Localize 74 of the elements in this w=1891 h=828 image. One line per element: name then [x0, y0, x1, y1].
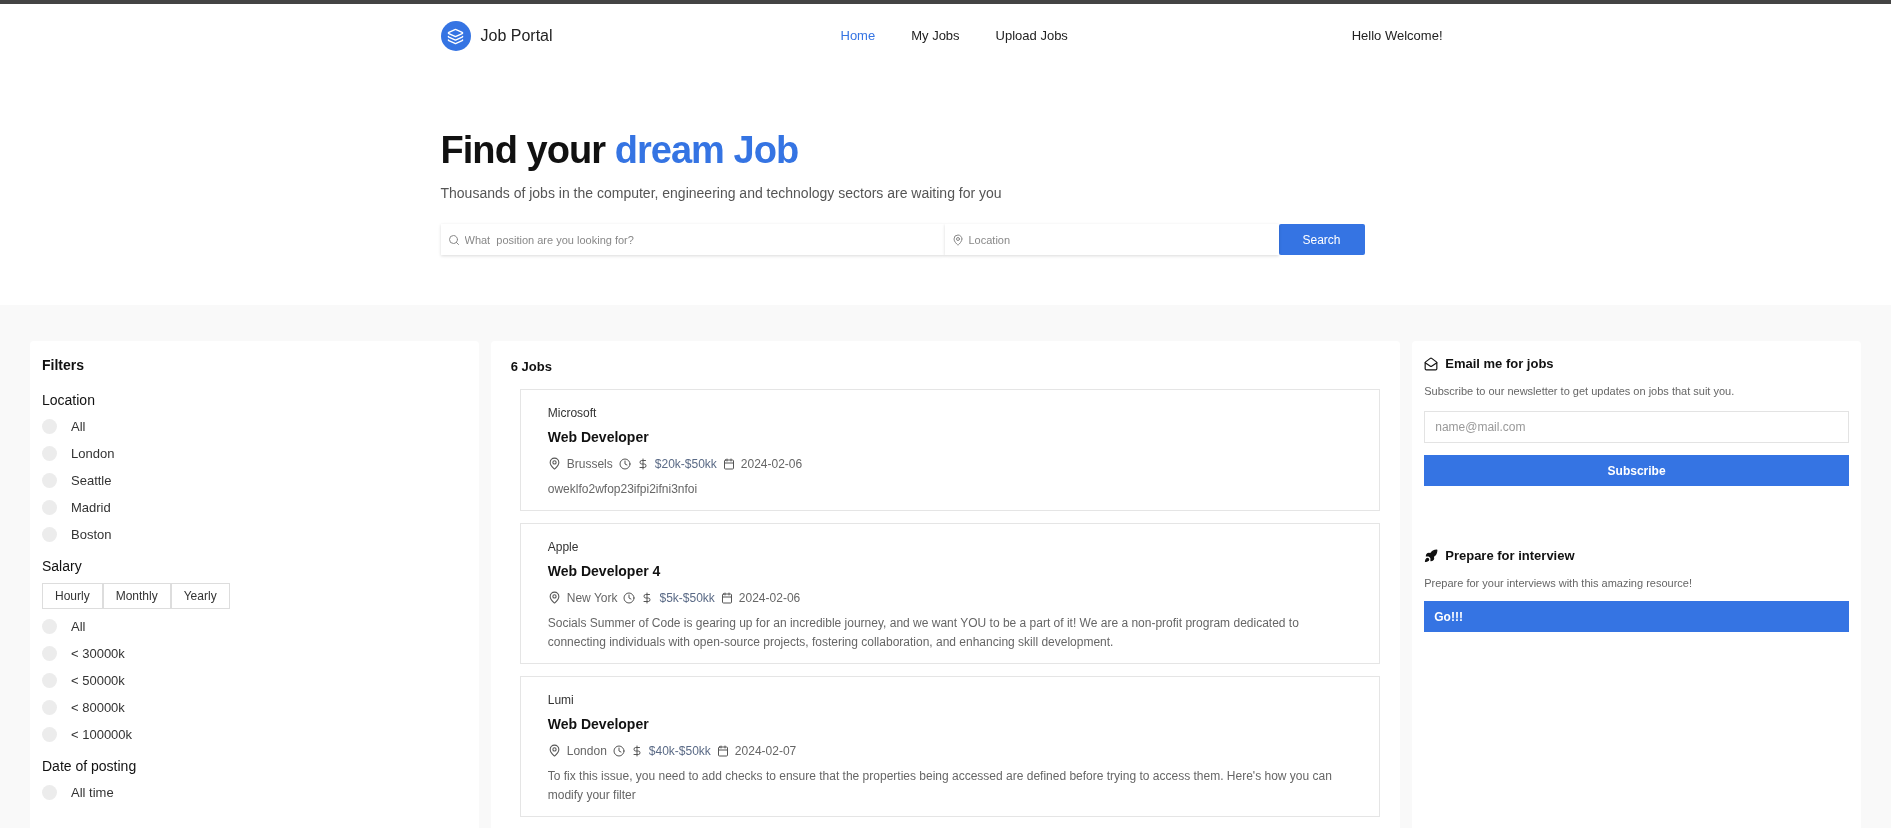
greeting-text: Hello Welcome! — [1351, 27, 1443, 46]
nav-link[interactable]: My Jobs — [911, 26, 960, 46]
rocket-icon — [1424, 548, 1439, 563]
job-title: Web Developer 4 — [547, 561, 662, 581]
clock-icon — [612, 744, 625, 757]
radio-label: All time — [71, 783, 114, 802]
dollar-icon — [641, 591, 654, 604]
job-title: Web Developer — [547, 427, 650, 447]
go-button[interactable]: Go!!! — [1424, 601, 1849, 632]
job-card[interactable] — [519, 675, 1381, 817]
location-field[interactable]: Location — [944, 224, 1279, 255]
logo-icon — [440, 21, 471, 51]
subscribe-button[interactable]: Subscribe — [1424, 455, 1849, 486]
calendar-icon — [722, 457, 735, 470]
brand-name: Job Portal — [480, 26, 553, 46]
dollar-icon — [630, 744, 643, 757]
clock-icon — [623, 591, 636, 604]
email-field[interactable]: name@mail.com — [1424, 411, 1849, 443]
filters-title: Filters — [42, 356, 85, 375]
location-pin-icon — [547, 457, 561, 470]
radio-label: All — [71, 417, 86, 436]
jobs-count: 6 Jobs — [510, 358, 553, 376]
hero-subtitle: Thousands of jobs in the computer, engineering and technology sectors are waiting for you — [440, 184, 1003, 203]
section-title: Salary — [42, 557, 83, 576]
section-title: Location — [42, 391, 96, 410]
search-button[interactable]: Search — [1278, 224, 1365, 255]
radio-label: Boston — [71, 525, 112, 544]
location-pin-icon — [547, 744, 561, 757]
job-title: Web Developer — [547, 714, 650, 734]
interview-text: Prepare for your interviews with this amazing resource! — [1424, 575, 1693, 591]
job-description: To fix this issue, you need to add checks to ensure that the properties being accessed are defined before trying to access them. Here's how you can modify your filter — [547, 767, 1333, 804]
job-salary: $40k-$50kk — [648, 742, 711, 760]
job-card[interactable] — [519, 522, 1381, 664]
job-date: 2024-02-06 — [740, 455, 803, 473]
section-title: Date of posting — [42, 757, 138, 776]
newsletter-title: Email me for jobs — [1445, 355, 1554, 373]
search-icon — [447, 234, 460, 246]
company-name: Microsoft — [547, 404, 598, 422]
job-location: Brussels — [566, 455, 613, 473]
dollar-icon — [636, 457, 649, 470]
salary-period-tab[interactable]: Monthly — [102, 583, 171, 609]
radio-label: Madrid — [71, 498, 111, 517]
job-salary: $5k-$50kk — [659, 589, 715, 607]
salary-period-tab[interactable]: Hourly — [42, 583, 103, 609]
search-field[interactable]: What position are you looking for? — [440, 224, 945, 255]
radio-label: < 30000k — [71, 644, 125, 663]
calendar-icon — [716, 744, 729, 757]
job-location: New York — [566, 589, 618, 607]
job-card[interactable]: Microsoft Web Developer Brussels $20k-$50kk 2024-02-06 oweklfo2wfop23ifpi2ifni3nfoi — [519, 388, 1381, 511]
job-date: 2024-02-06 — [738, 589, 801, 607]
job-location: London — [566, 742, 607, 760]
job-description: Socials Summer of Code is gearing up for an incredible journey, and we want YOU to be a part of it! We are a non-profit program dedicated to connecting individuals with open-source projects, fostering collaboration, and enhancing skill development. — [547, 614, 1300, 651]
company-name: Lumi — [547, 691, 575, 709]
radio-label: < 50000k — [71, 671, 125, 690]
location-pin-icon — [951, 234, 964, 246]
radio-label: London — [71, 444, 115, 463]
salary-period-tab[interactable]: Yearly — [170, 583, 230, 609]
job-description: oweklfo2wfop23ifpi2ifni3nfoi — [547, 480, 699, 498]
job-salary: $20k-$50kk — [654, 455, 717, 473]
company-name: Apple — [547, 538, 580, 556]
radio-label: All — [71, 617, 86, 636]
hero-title: Find your dream Job — [440, 128, 800, 173]
mail-icon — [1424, 356, 1439, 371]
radio-label: Seattle — [71, 471, 112, 490]
interview-title: Prepare for interview — [1445, 547, 1575, 565]
radio-label: < 80000k — [71, 698, 125, 717]
job-date: 2024-02-07 — [734, 742, 797, 760]
nav-link[interactable]: Home — [840, 26, 876, 46]
location-pin-icon — [547, 591, 561, 604]
newsletter-text: Subscribe to our newsletter to get updates on jobs that suit you. — [1424, 383, 1736, 399]
radio-label: < 100000k — [71, 725, 133, 744]
clock-icon — [618, 457, 631, 470]
nav-link[interactable]: Upload Jobs — [995, 26, 1068, 46]
calendar-icon — [720, 591, 733, 604]
